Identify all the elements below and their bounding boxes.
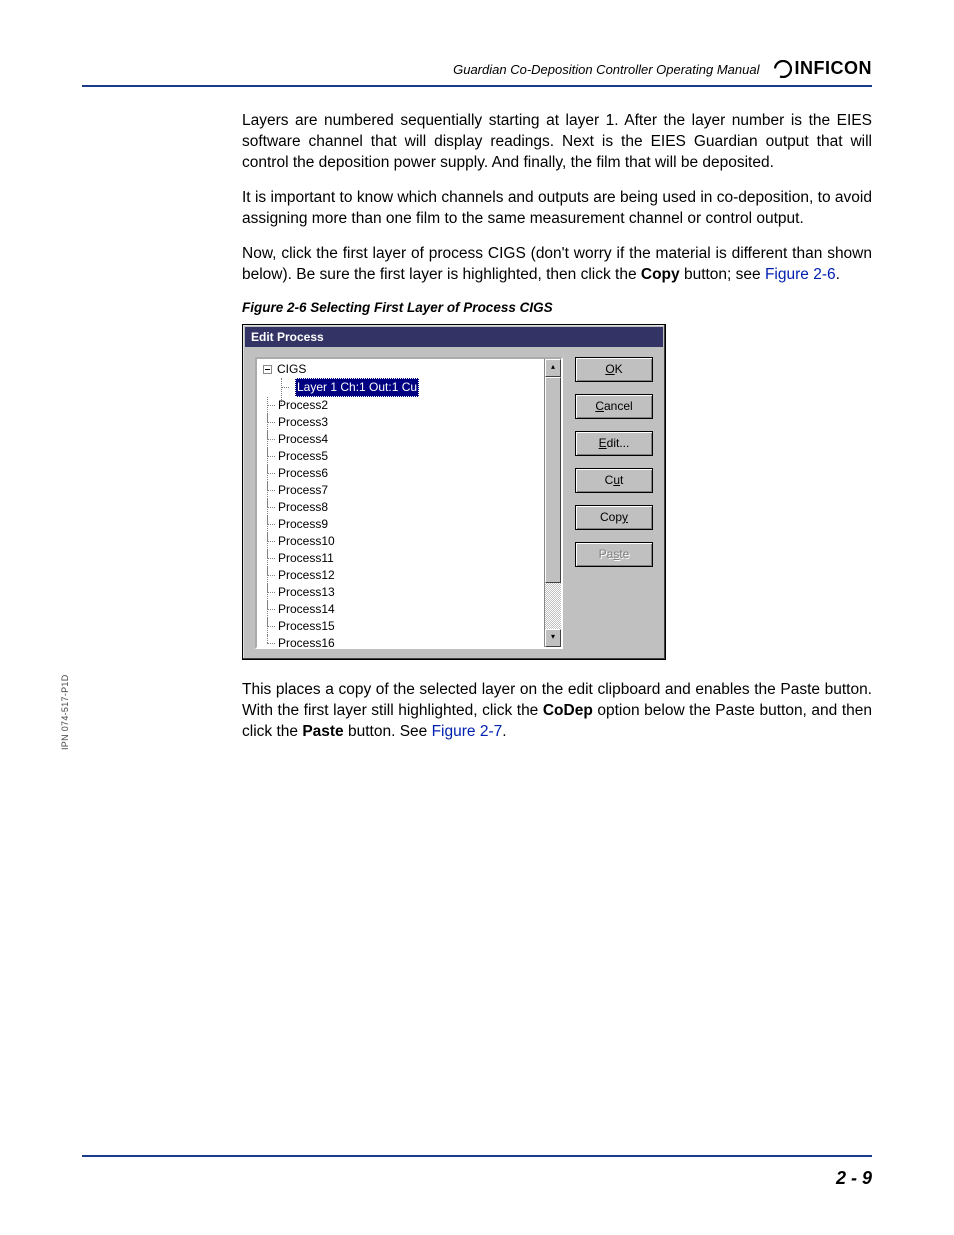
tree-item[interactable]: Process10 [263, 533, 540, 550]
scroll-down-icon[interactable]: ▾ [545, 629, 561, 647]
body-content: Layers are numbered sequentially startin… [242, 111, 872, 742]
tree-item[interactable]: Process6 [263, 465, 540, 482]
tree-item[interactable]: Process7 [263, 482, 540, 499]
p3-bold: Copy [641, 266, 680, 283]
dialog-titlebar: Edit Process [245, 327, 663, 347]
p3-text-b: button; see [680, 266, 765, 283]
edit-button[interactable]: Edit... [575, 431, 653, 456]
p4-text-c: button. See [344, 723, 432, 740]
tree-item[interactable]: Process8 [263, 499, 540, 516]
ipn-sidebar-text: IPN 074-517-P1D [60, 674, 70, 750]
tree-item[interactable]: Process5 [263, 448, 540, 465]
scroll-up-icon[interactable]: ▴ [545, 359, 561, 377]
tree-item[interactable]: Process13 [263, 584, 540, 601]
process-tree[interactable]: CIGSLayer 1 Ch:1 Out:1 CuProcess2Process… [255, 357, 563, 649]
paragraph-2: It is important to know which channels a… [242, 188, 872, 230]
tree-item[interactable]: Process4 [263, 431, 540, 448]
paragraph-3: Now, click the first layer of process CI… [242, 244, 872, 286]
paragraph-1: Layers are numbered sequentially startin… [242, 111, 872, 174]
tree-item[interactable]: Process15 [263, 618, 540, 635]
tree-scrollbar[interactable]: ▴ ▾ [544, 359, 561, 647]
paste-button[interactable]: Paste [575, 542, 653, 567]
tree-item[interactable]: Process2 [263, 397, 540, 414]
tree-item[interactable]: Process16 [263, 635, 540, 647]
logo-icon [774, 60, 792, 78]
cancel-button[interactable]: Cancel [575, 394, 653, 419]
p4-text-d: . [502, 723, 506, 740]
p4-bold-2: Paste [302, 723, 343, 740]
figure-2-7-link[interactable]: Figure 2-7 [432, 723, 503, 740]
brand-text: INFICON [795, 58, 873, 79]
paragraph-4: This places a copy of the selected layer… [242, 680, 872, 743]
footer-divider [82, 1155, 872, 1157]
tree-item[interactable]: Process12 [263, 567, 540, 584]
scroll-thumb[interactable] [545, 377, 561, 583]
p4-bold-1: CoDep [543, 702, 593, 719]
edit-process-dialog: Edit Process CIGSLayer 1 Ch:1 Out:1 CuPr… [242, 324, 666, 660]
tree-item[interactable]: Process9 [263, 516, 540, 533]
tree-item[interactable]: Process11 [263, 550, 540, 567]
p3-text-c: . [836, 266, 840, 283]
tree-item[interactable]: Process14 [263, 601, 540, 618]
tree-item-selected[interactable]: Layer 1 Ch:1 Out:1 Cu [277, 378, 540, 397]
header-divider [82, 85, 872, 87]
ok-button[interactable]: OK [575, 357, 653, 382]
page-number: 2 - 9 [836, 1168, 872, 1189]
cut-button[interactable]: Cut [575, 468, 653, 493]
figure-caption: Figure 2-6 Selecting First Layer of Proc… [242, 299, 872, 317]
tree-item[interactable]: Process3 [263, 414, 540, 431]
tree-root[interactable]: CIGS [263, 361, 540, 378]
manual-title: Guardian Co-Deposition Controller Operat… [453, 62, 759, 77]
figure-2-6-link[interactable]: Figure 2-6 [765, 266, 836, 283]
brand-logo: INFICON [774, 58, 873, 79]
copy-button[interactable]: Copy [575, 505, 653, 530]
collapse-icon[interactable] [263, 365, 272, 374]
